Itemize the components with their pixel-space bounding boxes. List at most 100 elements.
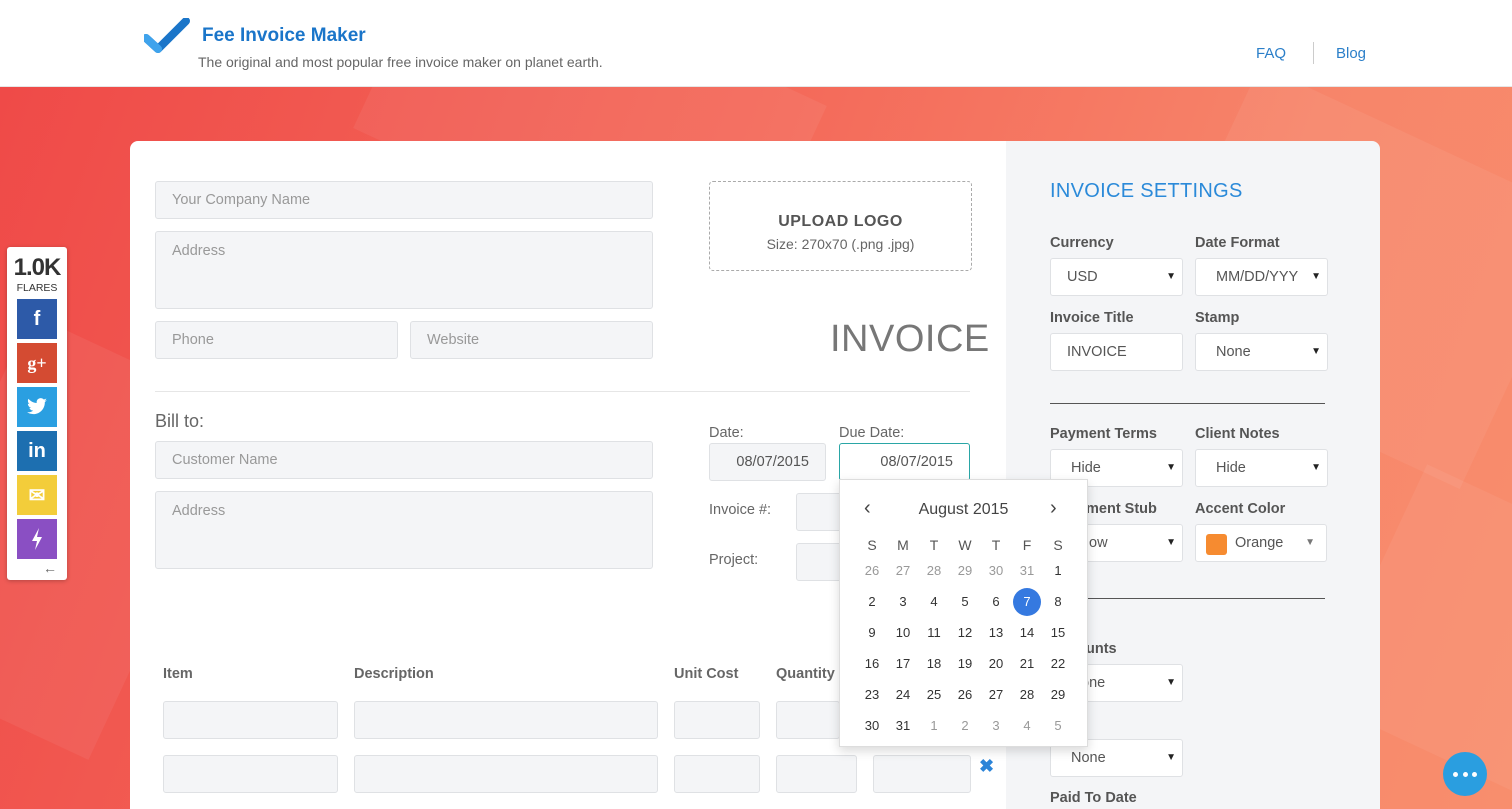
due-date-input[interactable]: 08/07/2015 <box>839 443 970 481</box>
twitter-share-button[interactable] <box>17 387 57 427</box>
payment-terms-value: Hide <box>1071 460 1101 476</box>
brand-name[interactable]: Fee Invoice Maker <box>202 25 366 47</box>
company-address-input[interactable]: Address <box>155 231 653 309</box>
line-amount-input[interactable] <box>873 755 971 793</box>
calendar-day[interactable]: 12 <box>950 619 980 647</box>
calendar-day[interactable]: 11 <box>919 619 949 647</box>
facebook-share-button[interactable]: f <box>17 299 57 339</box>
calendar-day[interactable]: 8 <box>1043 588 1073 616</box>
line-item-input[interactable] <box>163 755 338 793</box>
line-quantity-input[interactable] <box>776 701 840 739</box>
calendar-day[interactable]: 13 <box>981 619 1011 647</box>
line-unit-cost-input[interactable] <box>674 755 760 793</box>
date-input[interactable]: 08/07/2015 <box>709 443 826 481</box>
calendar-day[interactable]: 26 <box>857 557 887 585</box>
caret-down-icon: ▼ <box>1166 271 1176 282</box>
line-quantity-input[interactable] <box>776 755 857 793</box>
chat-bubble-button[interactable] <box>1443 752 1487 796</box>
calendar-day[interactable]: 26 <box>950 681 980 709</box>
linkedin-share-button[interactable]: in <box>17 431 57 471</box>
calendar-weekday-label: F <box>1022 537 1032 553</box>
calendar-day[interactable]: 31 <box>1012 557 1042 585</box>
calendar-day[interactable]: 25 <box>919 681 949 709</box>
line-description-input[interactable] <box>354 755 658 793</box>
line-item-input[interactable] <box>163 701 338 739</box>
flare-share-button[interactable] <box>17 519 57 559</box>
line-description-input[interactable] <box>354 701 658 739</box>
remove-line-icon[interactable]: ✖ <box>979 756 994 777</box>
payment-stub-label: ment Stub <box>1086 501 1157 517</box>
calendar-day[interactable]: 22 <box>1043 650 1073 678</box>
calendar-day[interactable]: 28 <box>919 557 949 585</box>
line-unit-cost-input[interactable] <box>674 701 760 739</box>
calendar-day[interactable]: 24 <box>888 681 918 709</box>
nav-blog-link[interactable]: Blog <box>1336 45 1366 62</box>
date-format-select[interactable]: MM/DD/YYY ▼ <box>1195 258 1328 296</box>
accent-color-select[interactable]: Orange ▼ <box>1195 524 1327 562</box>
calendar-day[interactable]: 1 <box>1043 557 1073 585</box>
calendar-day[interactable]: 16 <box>857 650 887 678</box>
company-name-input[interactable]: Your Company Name <box>155 181 653 219</box>
calendar-weekday-label: T <box>929 537 939 553</box>
calendar-day[interactable]: 9 <box>857 619 887 647</box>
calendar-day[interactable]: 4 <box>1012 712 1042 740</box>
accent-color-label: Accent Color <box>1195 501 1286 517</box>
invoice-title-input[interactable]: INVOICE <box>1050 333 1183 371</box>
phone-input[interactable]: Phone <box>155 321 398 359</box>
calendar-day[interactable]: 2 <box>950 712 980 740</box>
google-plus-share-button[interactable]: g+ <box>17 343 57 383</box>
section-divider <box>155 391 970 392</box>
collapse-arrow-icon[interactable]: ← <box>43 560 57 576</box>
calendar-day[interactable]: 19 <box>950 650 980 678</box>
date-label: Date: <box>709 425 744 441</box>
calendar-day[interactable]: 30 <box>981 557 1011 585</box>
tagline: The original and most popular free invoi… <box>198 54 603 70</box>
calendar-day[interactable]: 5 <box>1043 712 1073 740</box>
checkmark-logo-icon[interactable] <box>144 18 190 54</box>
caret-down-icon: ▼ <box>1311 462 1321 473</box>
calendar-day[interactable]: 5 <box>950 588 980 616</box>
currency-select[interactable]: USD ▼ <box>1050 258 1183 296</box>
stamp-select[interactable]: None ▼ <box>1195 333 1328 371</box>
calendar-day[interactable]: 17 <box>888 650 918 678</box>
facebook-icon: f <box>33 307 41 330</box>
upload-logo-dropzone[interactable]: UPLOAD LOGO Size: 270x70 (.png .jpg) <box>709 181 972 271</box>
customer-address-input[interactable]: Address <box>155 491 653 569</box>
calendar-day[interactable]: 27 <box>981 681 1011 709</box>
calendar-day[interactable]: 21 <box>1012 650 1042 678</box>
calendar-day[interactable]: 30 <box>857 712 887 740</box>
invoice-heading: INVOICE <box>830 318 990 360</box>
nav-faq-link[interactable]: FAQ <box>1256 45 1286 62</box>
calendar-day[interactable]: 31 <box>888 712 918 740</box>
calendar-day[interactable]: 29 <box>1043 681 1073 709</box>
calendar-day[interactable]: 20 <box>981 650 1011 678</box>
project-label: Project: <box>709 552 759 568</box>
next-month-icon[interactable]: › <box>1050 497 1057 520</box>
calendar-day[interactable]: 14 <box>1012 619 1042 647</box>
calendar-day[interactable]: 3 <box>888 588 918 616</box>
column-header-description: Description <box>354 666 434 682</box>
bill-to-heading: Bill to: <box>155 411 205 431</box>
calendar-day[interactable]: 2 <box>857 588 887 616</box>
calendar-day[interactable]: 10 <box>888 619 918 647</box>
tax-value: None <box>1071 750 1106 766</box>
client-notes-select[interactable]: Hide ▼ <box>1195 449 1328 487</box>
calendar-day[interactable]: 15 <box>1043 619 1073 647</box>
calendar-day[interactable]: 27 <box>888 557 918 585</box>
google-plus-icon: g+ <box>27 352 47 373</box>
client-notes-label: Client Notes <box>1195 426 1280 442</box>
calendar-day[interactable]: 28 <box>1012 681 1042 709</box>
due-date-label: Due Date: <box>839 425 905 441</box>
date-format-label: Date Format <box>1195 235 1280 251</box>
calendar-day[interactable]: 29 <box>950 557 980 585</box>
calendar-day[interactable]: 18 <box>919 650 949 678</box>
customer-name-input[interactable]: Customer Name <box>155 441 653 479</box>
calendar-day[interactable]: 3 <box>981 712 1011 740</box>
calendar-day[interactable]: 7 <box>1013 588 1041 616</box>
calendar-day[interactable]: 4 <box>919 588 949 616</box>
website-input[interactable]: Website <box>410 321 653 359</box>
email-share-button[interactable]: ✉ <box>17 475 57 515</box>
calendar-day[interactable]: 6 <box>981 588 1011 616</box>
calendar-day[interactable]: 23 <box>857 681 887 709</box>
calendar-day[interactable]: 1 <box>919 712 949 740</box>
